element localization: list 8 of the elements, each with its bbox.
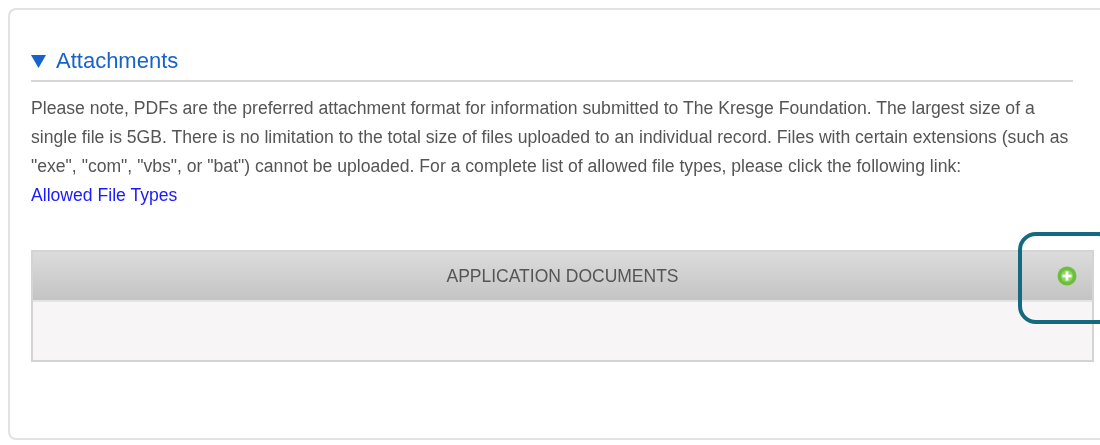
triangle-icon bbox=[31, 54, 46, 68]
add-button[interactable] bbox=[1056, 265, 1078, 287]
attachment-note: Please note, PDFs are the preferred attachment format for information submitted to The Kresge Foundation. The largest size of a single file is 5GB. There is no limitation to the total size of files uploaded to an individual record. Files with certain extensions (such as "exe", "com", "vbs", or "bat") cannot be uploaded. For a complete list of allowed file types, please click the following link: Allowed File Types bbox=[31, 97, 1070, 207]
section-title: Attachments bbox=[56, 48, 179, 74]
table-title: APPLICATION DOCUMENTS bbox=[446, 265, 679, 287]
section-toggle[interactable]: Attachments bbox=[31, 48, 179, 74]
plus-icon bbox=[1057, 266, 1077, 286]
allowed-file-types-link[interactable]: Allowed File Types bbox=[31, 185, 178, 205]
